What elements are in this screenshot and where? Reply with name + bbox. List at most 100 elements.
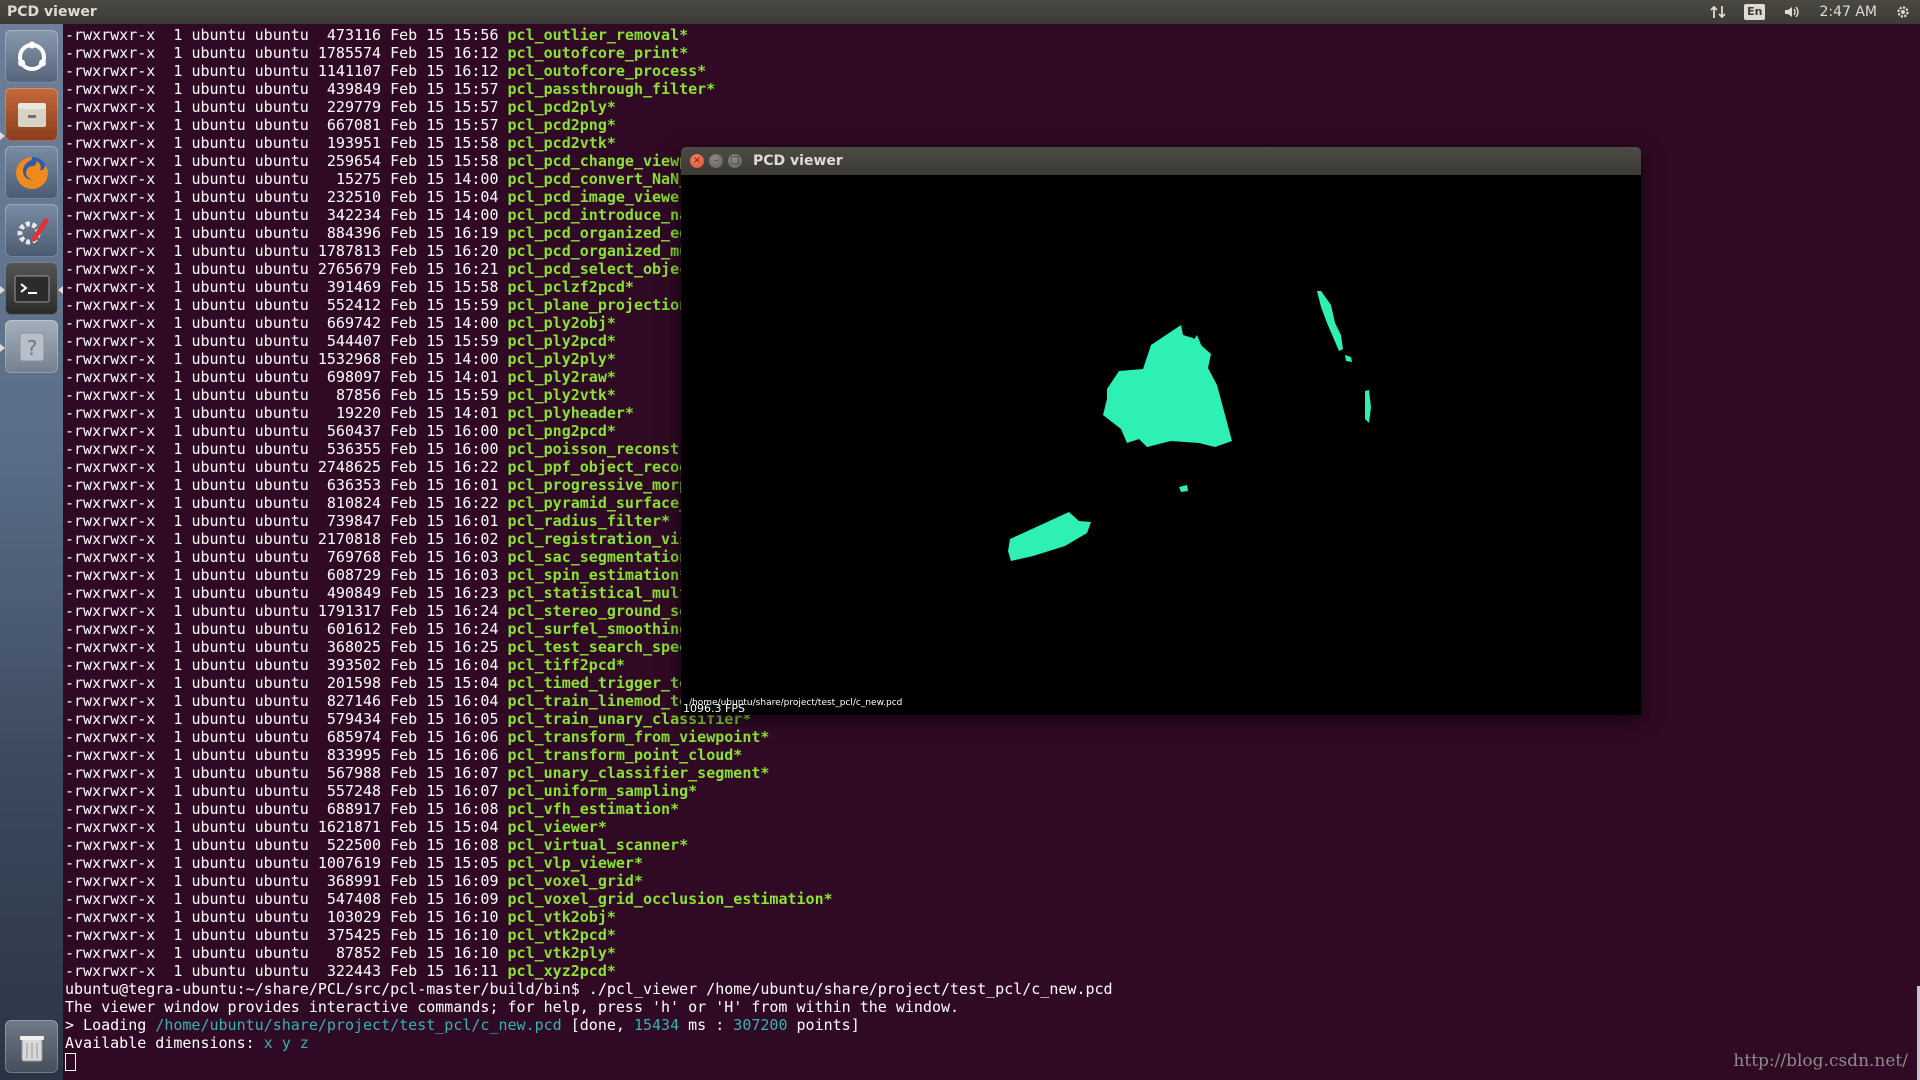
file-date: Feb 15 16:00 xyxy=(390,422,499,440)
file-date: Feb 15 15:04 xyxy=(390,188,499,206)
help-icon[interactable]: ? xyxy=(5,320,58,373)
pcd-viewer-titlebar[interactable]: × – □ PCD viewer xyxy=(681,147,1641,175)
loading-ms: 15434 xyxy=(633,1016,680,1034)
file-owner: ubuntu xyxy=(191,926,246,944)
file-link-count: 1 xyxy=(173,404,183,422)
file-owner: ubuntu xyxy=(191,602,246,620)
file-owner: ubuntu xyxy=(191,782,246,800)
volume-icon[interactable] xyxy=(1774,0,1810,24)
file-owner: ubuntu xyxy=(191,296,246,314)
file-name: pcl_surfel_smoothing xyxy=(507,620,689,638)
file-size: 810824 xyxy=(326,494,382,512)
file-date: Feb 15 16:03 xyxy=(390,566,499,584)
indicator-area: En 2:47 AM xyxy=(1701,0,1920,24)
help-running-indicator xyxy=(0,344,5,352)
file-link-count: 1 xyxy=(173,260,183,278)
file-date: Feb 15 15:57 xyxy=(390,80,499,98)
close-button[interactable]: × xyxy=(690,154,704,168)
file-size: 1785574 xyxy=(317,44,382,62)
point-cluster-small xyxy=(1179,485,1188,492)
file-owner: ubuntu xyxy=(191,818,246,836)
file-date: Feb 15 15:57 xyxy=(390,116,499,134)
fps-counter: 1096.3 FPS xyxy=(683,702,745,715)
file-name: pcl_ply2obj* xyxy=(507,314,616,332)
file-size: 103029 xyxy=(326,908,382,926)
file-link-count: 1 xyxy=(173,584,183,602)
active-app-title: PCD viewer xyxy=(7,4,97,20)
dimensions-line: Available dimensions: x y z xyxy=(65,1034,1113,1052)
watermark: http://blog.csdn.net/ xyxy=(1733,1051,1908,1071)
file-date: Feb 15 16:21 xyxy=(390,260,499,278)
file-owner: ubuntu xyxy=(191,62,246,80)
file-date: Feb 15 16:06 xyxy=(390,746,499,764)
file-size: 698097 xyxy=(326,368,382,386)
command-text: ubuntu@tegra-ubuntu:~/share/PCL/src/pcl-… xyxy=(65,980,1113,998)
file-group: ubuntu xyxy=(254,620,309,638)
trash-icon[interactable] xyxy=(5,1020,58,1073)
clock[interactable]: 2:47 AM xyxy=(1810,0,1886,24)
file-owner: ubuntu xyxy=(191,278,246,296)
file-size: 769768 xyxy=(326,548,382,566)
maximize-button[interactable]: □ xyxy=(728,154,742,168)
file-date: Feb 15 15:04 xyxy=(390,674,499,692)
file-date: Feb 15 16:09 xyxy=(390,872,499,890)
file-group: ubuntu xyxy=(254,530,309,548)
file-permissions: -rwxrwxr-x xyxy=(65,314,156,332)
file-date: Feb 15 16:07 xyxy=(390,782,499,800)
file-group: ubuntu xyxy=(254,368,309,386)
file-owner: ubuntu xyxy=(191,314,246,332)
listing-row: -rwxrwxr-x 1 ubuntu ubuntu 567988 Feb 15… xyxy=(65,764,1113,782)
listing-row: -rwxrwxr-x 1 ubuntu ubuntu 87852 Feb 15 … xyxy=(65,944,1113,962)
file-link-count: 1 xyxy=(173,782,183,800)
file-name: pcl_pcd_select_objec xyxy=(507,260,689,278)
file-name: pcl_spin_estimation* xyxy=(507,566,689,584)
file-size: 490849 xyxy=(326,584,382,602)
file-group: ubuntu xyxy=(254,602,309,620)
network-icon[interactable] xyxy=(1701,0,1735,24)
file-name: pcl_outlier_removal* xyxy=(507,26,689,44)
file-link-count: 1 xyxy=(173,818,183,836)
system-settings-icon[interactable] xyxy=(5,204,58,257)
file-permissions: -rwxrwxr-x xyxy=(65,350,156,368)
point-cloud-canvas[interactable]: /home/ubuntu/share/project/test_pcl/c_ne… xyxy=(681,175,1641,715)
file-group: ubuntu xyxy=(254,242,309,260)
file-size: 1787813 xyxy=(317,242,382,260)
terminal-icon[interactable] xyxy=(5,262,58,315)
files-icon[interactable] xyxy=(5,88,58,141)
file-group: ubuntu xyxy=(254,584,309,602)
listing-row: -rwxrwxr-x 1 ubuntu ubuntu 473116 Feb 15… xyxy=(65,26,1113,44)
file-permissions: -rwxrwxr-x xyxy=(65,782,156,800)
file-link-count: 1 xyxy=(173,908,183,926)
loading-points: 307200 xyxy=(733,1016,788,1034)
file-permissions: -rwxrwxr-x xyxy=(65,728,156,746)
prompt-line[interactable] xyxy=(65,1052,1113,1071)
minimize-button[interactable]: – xyxy=(709,154,723,168)
file-name: pcl_vlp_viewer* xyxy=(507,854,643,872)
pcd-viewer-window[interactable]: × – □ PCD viewer /home/ubuntu/share/proj… xyxy=(681,147,1641,715)
launcher: ? xyxy=(0,24,63,1080)
file-name: pcl_ply2raw* xyxy=(507,368,616,386)
session-gear-icon[interactable] xyxy=(1886,0,1920,24)
svg-text:?: ? xyxy=(26,336,37,360)
file-group: ubuntu xyxy=(254,152,309,170)
file-owner: ubuntu xyxy=(191,692,246,710)
file-group: ubuntu xyxy=(254,962,309,980)
file-link-count: 1 xyxy=(173,890,183,908)
file-name: pcl_progressive_morp xyxy=(507,476,689,494)
file-link-count: 1 xyxy=(173,134,183,152)
file-permissions: -rwxrwxr-x xyxy=(65,836,156,854)
file-group: ubuntu xyxy=(254,746,309,764)
dash-home-icon[interactable] xyxy=(5,30,58,83)
file-group: ubuntu xyxy=(254,800,309,818)
file-date: Feb 15 14:01 xyxy=(390,368,499,386)
file-permissions: -rwxrwxr-x xyxy=(65,710,156,728)
file-owner: ubuntu xyxy=(191,494,246,512)
firefox-icon[interactable] xyxy=(5,146,58,199)
file-link-count: 1 xyxy=(173,170,183,188)
keyboard-layout-indicator[interactable]: En xyxy=(1735,0,1774,24)
file-group: ubuntu xyxy=(254,224,309,242)
top-panel: PCD viewer En 2:47 AM xyxy=(0,0,1920,24)
file-date: Feb 15 16:09 xyxy=(390,890,499,908)
file-permissions: -rwxrwxr-x xyxy=(65,890,156,908)
file-group: ubuntu xyxy=(254,26,309,44)
